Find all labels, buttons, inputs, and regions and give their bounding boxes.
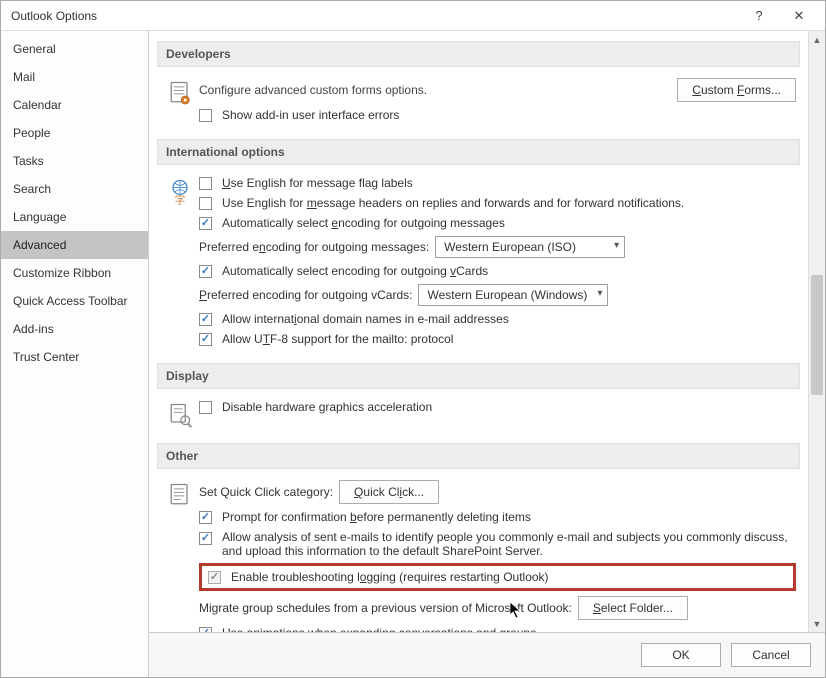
prompt-delete-checkbox[interactable] [199, 511, 212, 524]
auto-encoding-vcards-label: Automatically select encoding for outgoi… [222, 264, 488, 278]
use-animations-label: Use animations when expanding conversati… [222, 626, 536, 632]
scrollbar-up-arrow[interactable]: ▲ [809, 31, 825, 48]
sidebar-item-trust-center[interactable]: Trust Center [1, 343, 148, 371]
section-header-international: International options [157, 139, 800, 165]
sidebar-item-tasks[interactable]: Tasks [1, 147, 148, 175]
scrollbar-down-arrow[interactable]: ▼ [809, 615, 825, 632]
auto-encoding-msgs-label: Automatically select encoding for outgoi… [222, 216, 505, 230]
section-header-display: Display [157, 363, 800, 389]
international-icon: 字 [161, 173, 199, 349]
allow-utf8-label: Allow UTF-8 support for the mailto: prot… [222, 332, 453, 346]
display-icon [161, 397, 199, 429]
content-wrap: Developers Configure advanced custom for… [149, 31, 825, 677]
prompt-delete-label: Prompt for confirmation before permanent… [222, 510, 531, 524]
migrate-label: Migrate group schedules from a previous … [199, 601, 572, 615]
enable-logging-checkbox[interactable] [208, 571, 221, 584]
titlebar: Outlook Options ? ✕ [1, 1, 825, 31]
sidebar-item-search[interactable]: Search [1, 175, 148, 203]
window-title: Outlook Options [11, 9, 739, 23]
show-addin-errors-checkbox[interactable] [199, 109, 212, 122]
sidebar-item-language[interactable]: Language [1, 203, 148, 231]
show-addin-errors-label: Show add-in user interface errors [222, 108, 399, 122]
sidebar-item-quick-access-toolbar[interactable]: Quick Access Toolbar [1, 287, 148, 315]
sidebar-item-mail[interactable]: Mail [1, 63, 148, 91]
sidebar-item-general[interactable]: General [1, 35, 148, 63]
allow-idn-label: Allow international domain names in e-ma… [222, 312, 509, 326]
cancel-button[interactable]: Cancel [731, 643, 811, 667]
options-window: Outlook Options ? ✕ General Mail Calenda… [0, 0, 826, 678]
allow-utf8-checkbox[interactable] [199, 333, 212, 346]
auto-encoding-vcards-checkbox[interactable] [199, 265, 212, 278]
use-english-headers-label: Use English for message headers on repli… [222, 196, 684, 210]
scrollbar-track[interactable] [809, 48, 825, 615]
sidebar-item-calendar[interactable]: Calendar [1, 91, 148, 119]
pref-encoding-msgs-select[interactable]: Western European (ISO) [435, 236, 625, 258]
content-panel: Developers Configure advanced custom for… [149, 31, 808, 632]
use-english-flag-label: Use English for message flag labels [222, 176, 413, 190]
section-other: Set Quick Click category: Quick Click...… [157, 475, 800, 632]
configure-forms-label: Configure advanced custom forms options. [199, 83, 427, 97]
allow-idn-checkbox[interactable] [199, 313, 212, 326]
other-icon [161, 477, 199, 632]
forms-icon [161, 75, 199, 125]
quick-click-button[interactable]: Quick Click... [339, 480, 439, 504]
sidebar-item-people[interactable]: People [1, 119, 148, 147]
dialog-body: General Mail Calendar People Tasks Searc… [1, 31, 825, 677]
scrollbar-thumb[interactable] [811, 275, 823, 395]
use-english-flag-checkbox[interactable] [199, 177, 212, 190]
pref-encoding-vcards-label: Preferred encoding for outgoing vCards: [199, 288, 412, 302]
use-animations-checkbox[interactable] [199, 627, 212, 633]
use-english-headers-checkbox[interactable] [199, 197, 212, 210]
sidebar-item-advanced[interactable]: Advanced [1, 231, 148, 259]
section-international: 字 Use English for message flag labels Us… [157, 171, 800, 359]
sidebar-item-add-ins[interactable]: Add-ins [1, 315, 148, 343]
allow-analysis-label: Allow analysis of sent e-mails to identi… [222, 530, 796, 558]
custom-forms-button[interactable]: Custom Forms... [677, 78, 796, 102]
help-button[interactable]: ? [739, 2, 779, 30]
quick-click-label: Set Quick Click category: [199, 485, 333, 499]
disable-hw-accel-label: Disable hardware graphics acceleration [222, 400, 432, 414]
ok-button[interactable]: OK [641, 643, 721, 667]
section-header-developers: Developers [157, 41, 800, 67]
highlight-box: Enable troubleshooting logging (requires… [199, 563, 796, 591]
dialog-footer: OK Cancel [149, 632, 825, 677]
section-developers: Configure advanced custom forms options.… [157, 73, 800, 135]
auto-encoding-msgs-checkbox[interactable] [199, 217, 212, 230]
svg-text:字: 字 [175, 193, 186, 205]
sidebar: General Mail Calendar People Tasks Searc… [1, 31, 149, 677]
section-display: Disable hardware graphics acceleration [157, 395, 800, 439]
select-folder-button[interactable]: Select Folder... [578, 596, 688, 620]
enable-logging-label: Enable troubleshooting logging (requires… [231, 570, 549, 584]
pref-encoding-msgs-label: Preferred encoding for outgoing messages… [199, 240, 429, 254]
section-header-other: Other [157, 443, 800, 469]
pref-encoding-vcards-select[interactable]: Western European (Windows) [418, 284, 608, 306]
allow-analysis-checkbox[interactable] [199, 532, 212, 545]
disable-hw-accel-checkbox[interactable] [199, 401, 212, 414]
sidebar-item-customize-ribbon[interactable]: Customize Ribbon [1, 259, 148, 287]
close-button[interactable]: ✕ [779, 2, 819, 30]
scrollbar[interactable]: ▲ ▼ [808, 31, 825, 632]
